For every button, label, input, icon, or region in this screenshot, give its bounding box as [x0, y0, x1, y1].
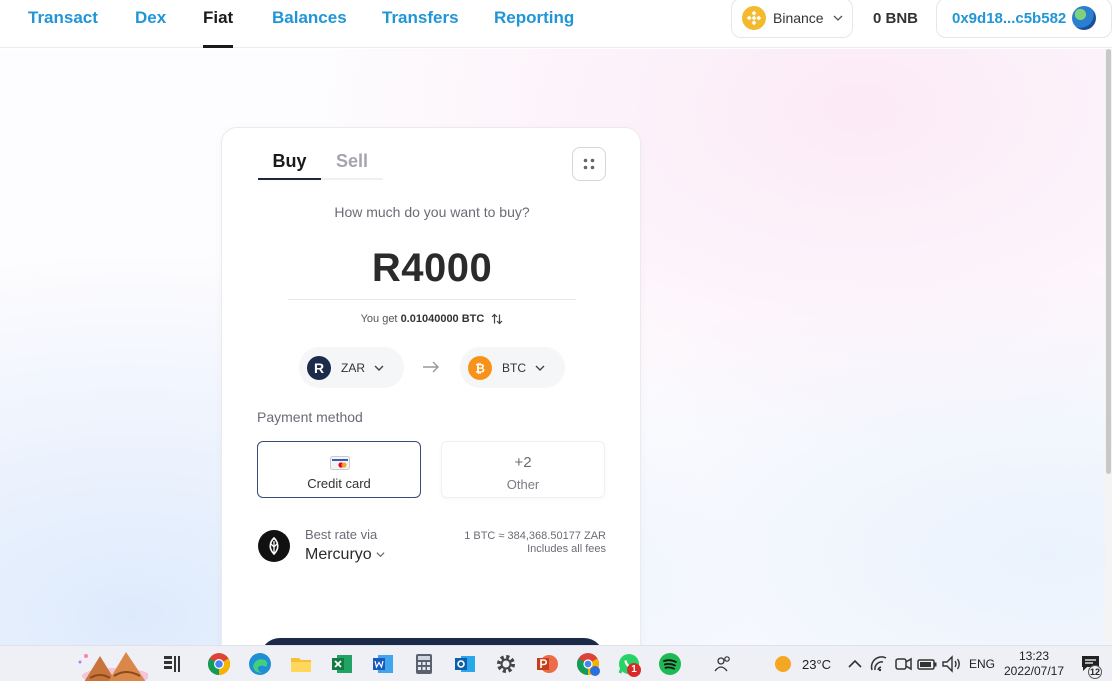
credit-card-label: Credit card	[307, 476, 371, 491]
clock-date: 2022/07/17	[1003, 664, 1065, 678]
chrome-profile-icon[interactable]	[576, 652, 600, 676]
weather-temperature[interactable]: 23°C	[802, 657, 831, 672]
mercuryo-logo-icon	[258, 530, 290, 562]
provider-name: Mercuryo	[305, 546, 372, 563]
outlook-icon[interactable]	[453, 652, 477, 676]
svg-text:₿: ₿	[475, 361, 485, 375]
payment-method-label: Payment method	[257, 409, 363, 425]
chevron-down-icon	[374, 365, 384, 371]
buy-sell-tabs: Buy Sell	[258, 148, 383, 180]
you-get-line: You get 0.01040000 BTC	[222, 313, 642, 325]
you-get-value: 0.01040000 BTC	[400, 313, 485, 325]
tab-buy[interactable]: Buy	[258, 148, 321, 180]
credit-card-icon	[330, 456, 350, 470]
payment-option-credit-card[interactable]: Credit card	[257, 441, 421, 498]
network-label: Binance	[773, 10, 824, 26]
chevron-down-icon	[376, 552, 385, 558]
wifi-icon[interactable]	[868, 652, 892, 676]
menu-button[interactable]	[572, 147, 606, 181]
to-currency-selector[interactable]: ₿ BTC	[460, 347, 565, 388]
other-count: +2	[514, 454, 532, 471]
wallet-button[interactable]: 0x9d18...c5b582	[936, 0, 1112, 38]
nav-tab-transact[interactable]: Transact	[28, 0, 98, 48]
nav-tab-reporting[interactable]: Reporting	[494, 0, 574, 48]
chevron-up-icon[interactable]	[843, 652, 867, 676]
tab-sell[interactable]: Sell	[321, 148, 383, 180]
calculator-icon[interactable]	[412, 652, 436, 676]
rate-info: 1 BTC ≈ 384,368.50177 ZAR Includes all f…	[464, 530, 606, 556]
payment-option-other[interactable]: +2 Other	[441, 441, 605, 498]
clock[interactable]: 13:23 2022/07/17	[1003, 649, 1065, 679]
amount-input[interactable]: R4000	[288, 246, 576, 300]
page-scrollbar[interactable]	[1105, 49, 1112, 645]
top-navigation: Transact Dex Fiat Balances Transfers Rep…	[0, 0, 1112, 48]
provider-selector[interactable]: Mercuryo	[305, 546, 385, 564]
fees-note: Includes all fees	[527, 543, 606, 555]
other-label: Other	[506, 477, 540, 492]
edge-icon[interactable]	[248, 652, 272, 676]
windows-taskbar: 1 23°C ENG 13:23 2022/07/17 12	[0, 645, 1112, 681]
powerpoint-icon[interactable]	[535, 652, 559, 676]
volume-icon[interactable]	[939, 652, 963, 676]
exchange-rate: 1 BTC ≈ 384,368.50177 ZAR	[464, 530, 606, 542]
nav-tab-transfers[interactable]: Transfers	[382, 0, 459, 48]
file-explorer-icon[interactable]	[289, 652, 313, 676]
whatsapp-badge: 1	[627, 663, 641, 677]
zar-icon: R	[307, 355, 331, 380]
nav-tab-fiat[interactable]: Fiat	[203, 0, 234, 48]
weather-sun-icon[interactable]	[771, 652, 795, 676]
battery-icon[interactable]	[915, 652, 939, 676]
spotify-icon[interactable]	[658, 652, 682, 676]
widgets-icon[interactable]	[74, 648, 148, 681]
arrow-right-icon	[423, 361, 439, 373]
fiat-widget-card: Buy Sell How much do you want to buy? R4…	[221, 127, 642, 678]
clock-time: 13:23	[1018, 649, 1050, 663]
nav-tab-balances[interactable]: Balances	[272, 0, 347, 48]
chevron-down-icon	[833, 15, 843, 21]
you-get-label: You get	[360, 313, 398, 325]
wallet-avatar-icon	[1072, 6, 1097, 30]
nav-tab-dex[interactable]: Dex	[135, 0, 166, 48]
grid-dots-icon	[583, 158, 595, 170]
from-currency-code: ZAR	[341, 360, 365, 375]
bitcoin-icon: ₿	[468, 355, 492, 380]
from-currency-selector[interactable]: R ZAR	[299, 347, 404, 388]
swap-arrows-icon[interactable]	[491, 313, 503, 325]
best-rate-label: Best rate via	[305, 527, 378, 542]
notification-count: 12	[1088, 665, 1102, 679]
input-language[interactable]: ENG	[969, 657, 995, 671]
balance-display: 0 BNB	[873, 10, 919, 27]
to-currency-code: BTC	[502, 360, 526, 375]
task-view-icon[interactable]	[160, 652, 184, 676]
chevron-down-icon	[535, 365, 545, 371]
excel-icon[interactable]	[330, 652, 354, 676]
meet-now-icon[interactable]	[891, 652, 915, 676]
word-icon[interactable]	[371, 652, 395, 676]
people-icon[interactable]	[711, 652, 735, 676]
buy-question: How much do you want to buy?	[334, 204, 530, 220]
scrollbar-thumb[interactable]	[1106, 49, 1111, 474]
binance-icon	[742, 6, 766, 30]
network-selector[interactable]: Binance	[731, 0, 853, 38]
chrome-icon[interactable]	[207, 652, 231, 676]
wallet-address: 0x9d18...c5b582	[952, 9, 1067, 27]
settings-icon[interactable]	[494, 652, 518, 676]
